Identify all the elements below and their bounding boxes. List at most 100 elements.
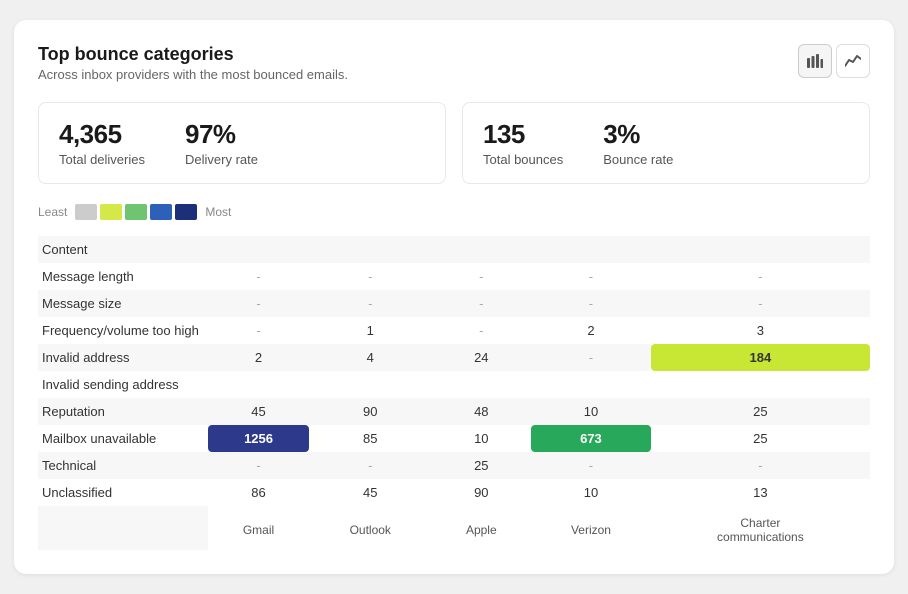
table-row: Technical - - 25 - - <box>38 452 870 479</box>
cell <box>309 236 431 263</box>
delivery-rate-label: Delivery rate <box>185 152 258 167</box>
cell: - <box>208 290 309 317</box>
legend-least-label: Least <box>38 205 67 219</box>
cell: - <box>431 290 531 317</box>
col-charter: Charter communications <box>651 506 870 550</box>
cell <box>531 371 651 398</box>
cell: 25 <box>431 452 531 479</box>
card-header: Top bounce categories Across inbox provi… <box>38 44 870 82</box>
bounce-rate-stat: 3% Bounce rate <box>603 119 673 167</box>
table-row: Invalid sending address <box>38 371 870 398</box>
cell: 4 <box>309 344 431 371</box>
cell: - <box>309 290 431 317</box>
total-bounces-label: Total bounces <box>483 152 563 167</box>
cell: - <box>651 263 870 290</box>
category-label: Invalid address <box>38 344 208 371</box>
bar-chart-button[interactable] <box>798 44 832 78</box>
cell: - <box>208 263 309 290</box>
col-verizon: Verizon <box>531 506 651 550</box>
cell: 10 <box>531 479 651 506</box>
cell: 85 <box>309 425 431 452</box>
cell: - <box>208 317 309 344</box>
cell-invalid-address-charter: 184 <box>651 344 870 371</box>
category-label: Message size <box>38 290 208 317</box>
stats-row: 4,365 Total deliveries 97% Delivery rate… <box>38 102 870 184</box>
bounce-rate-label: Bounce rate <box>603 152 673 167</box>
delivery-rate-stat: 97% Delivery rate <box>185 119 258 167</box>
col-gmail: Gmail <box>208 506 309 550</box>
cell: - <box>309 263 431 290</box>
table-row: Message size - - - - - <box>38 290 870 317</box>
deliveries-card: 4,365 Total deliveries 97% Delivery rate <box>38 102 446 184</box>
bounces-card: 135 Total bounces 3% Bounce rate <box>462 102 870 184</box>
cell-mailbox-gmail: 1256 <box>208 425 309 452</box>
card-title: Top bounce categories <box>38 44 348 65</box>
cell <box>531 236 651 263</box>
table-row: Message length - - - - - <box>38 263 870 290</box>
cell: 86 <box>208 479 309 506</box>
bounce-table: Content Message length - - - - - <box>38 236 870 550</box>
cell: 10 <box>531 398 651 425</box>
cell <box>431 236 531 263</box>
cell: - <box>431 317 531 344</box>
cell: 13 <box>651 479 870 506</box>
cell: 10 <box>431 425 531 452</box>
table-row: Unclassified 86 45 90 10 13 <box>38 479 870 506</box>
cell: 45 <box>309 479 431 506</box>
swatch-2 <box>100 204 122 220</box>
category-label: Invalid sending address <box>38 371 208 398</box>
swatch-5 <box>175 204 197 220</box>
col-outlook: Outlook <box>309 506 431 550</box>
cell: 25 <box>651 398 870 425</box>
table-row: Frequency/volume too high - 1 - 2 3 <box>38 317 870 344</box>
swatch-4 <box>150 204 172 220</box>
cell: - <box>531 452 651 479</box>
delivery-rate-value: 97% <box>185 119 258 150</box>
category-label: Content <box>38 236 208 263</box>
card-subtitle: Across inbox providers with the most bou… <box>38 67 348 82</box>
total-bounces-stat: 135 Total bounces <box>483 119 563 167</box>
swatch-1 <box>75 204 97 220</box>
cell: - <box>531 344 651 371</box>
cell <box>431 371 531 398</box>
cell-mailbox-verizon: 673 <box>531 425 651 452</box>
cell <box>309 371 431 398</box>
main-card: Top bounce categories Across inbox provi… <box>14 20 894 574</box>
cell: - <box>531 263 651 290</box>
table-row: Mailbox unavailable 1256 85 10 673 25 <box>38 425 870 452</box>
cell: 1 <box>309 317 431 344</box>
cell: - <box>208 452 309 479</box>
cell: - <box>651 290 870 317</box>
line-chart-button[interactable] <box>836 44 870 78</box>
legend-most-label: Most <box>205 205 231 219</box>
cell: 25 <box>651 425 870 452</box>
cell: 2 <box>208 344 309 371</box>
category-label: Message length <box>38 263 208 290</box>
cell <box>208 236 309 263</box>
cell: - <box>531 290 651 317</box>
cell: 48 <box>431 398 531 425</box>
bounce-rate-value: 3% <box>603 119 673 150</box>
cell: 24 <box>431 344 531 371</box>
legend-swatches <box>75 204 197 220</box>
cell <box>208 371 309 398</box>
total-deliveries-value: 4,365 <box>59 119 145 150</box>
cell <box>651 371 870 398</box>
legend: Least Most <box>38 204 870 220</box>
total-deliveries-label: Total deliveries <box>59 152 145 167</box>
cell: 45 <box>208 398 309 425</box>
swatch-3 <box>125 204 147 220</box>
category-label: Mailbox unavailable <box>38 425 208 452</box>
total-bounces-value: 135 <box>483 119 563 150</box>
cell: - <box>431 263 531 290</box>
cell: 90 <box>309 398 431 425</box>
cell: - <box>651 452 870 479</box>
table-row: Reputation 45 90 48 10 25 <box>38 398 870 425</box>
cell <box>651 236 870 263</box>
cell: 3 <box>651 317 870 344</box>
total-deliveries-stat: 4,365 Total deliveries <box>59 119 145 167</box>
cell: 90 <box>431 479 531 506</box>
chart-type-actions <box>798 44 870 78</box>
category-label: Frequency/volume too high <box>38 317 208 344</box>
category-label: Unclassified <box>38 479 208 506</box>
